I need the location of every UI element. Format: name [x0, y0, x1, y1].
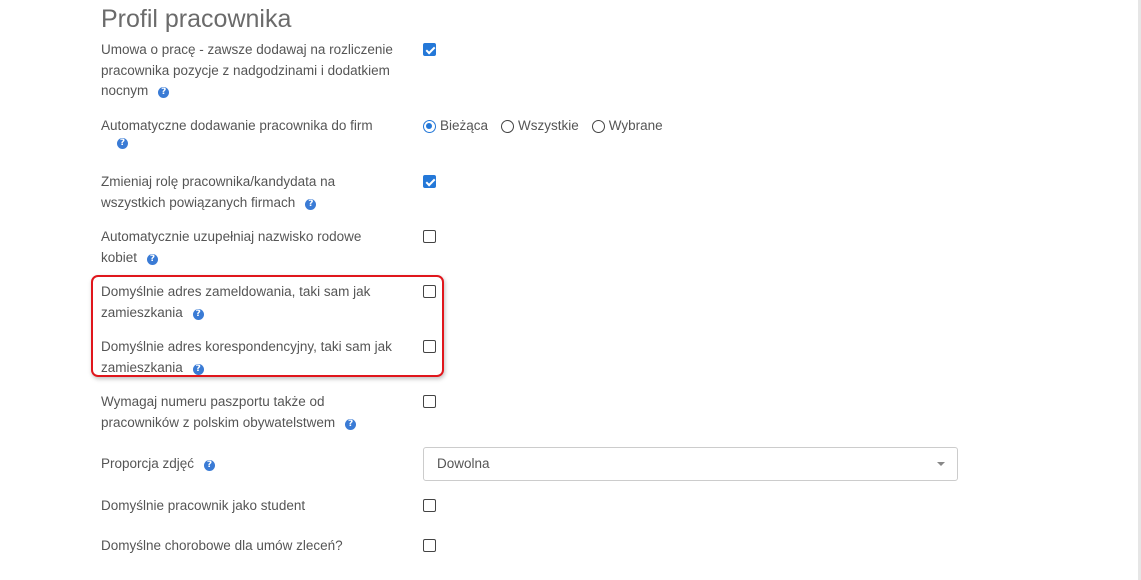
proporcja-select[interactable]: Dowolna [423, 447, 958, 481]
page-title: Profil pracownika [101, 5, 292, 33]
setting-label: Domyślnie adres korespondencyjny, taki s… [101, 339, 392, 375]
zmieniaj-role-checkbox[interactable] [423, 175, 436, 188]
nazwisko-rodowe-checkbox[interactable] [423, 230, 436, 243]
setting-label: Automatyczne dodawanie pracownika do fir… [101, 118, 373, 149]
adres-zameldowania-checkbox[interactable] [423, 285, 436, 298]
radio-option-wszystkie[interactable]: Wszystkie [501, 116, 579, 136]
setting-label: Wymagaj numeru paszportu także od pracow… [101, 392, 396, 433]
auto-dodawanie-radio-group: Bieżąca Wszystkie Wybrane [423, 116, 676, 136]
setting-label: Domyślnie adres zameldowania, taki sam j… [101, 284, 371, 320]
chorobowe-checkbox[interactable] [423, 539, 436, 552]
setting-label: Proporcja zdjęć? [101, 454, 396, 475]
radio-biezaca[interactable] [423, 119, 436, 133]
setting-label: Domyślne chorobowe dla umów zleceń? [101, 538, 343, 553]
umowa-checkbox[interactable] [423, 43, 436, 56]
setting-label: Zmieniaj rolę pracownika/kandydata na ws… [101, 174, 336, 210]
adres-korespondencyjny-checkbox[interactable] [423, 340, 436, 353]
help-icon[interactable]: ? [305, 198, 317, 210]
radio-wszystkie[interactable] [501, 119, 515, 133]
chevron-down-icon [937, 462, 945, 466]
student-checkbox[interactable] [423, 499, 436, 512]
help-icon[interactable]: ? [192, 363, 204, 375]
settings-page: Profil pracownika Umowa o pracę - zawsze… [0, 0, 1141, 580]
help-icon[interactable]: ? [117, 137, 128, 149]
help-icon[interactable]: ? [158, 87, 170, 98]
radio-option-biezaca[interactable]: Bieżąca [423, 116, 488, 136]
help-icon[interactable]: ? [204, 460, 216, 471]
setting-label: Automatycznie uzupełniaj nazwisko rodowe… [101, 229, 362, 265]
help-icon[interactable]: ? [147, 253, 159, 265]
help-icon[interactable]: ? [345, 418, 357, 430]
paszport-checkbox[interactable] [423, 395, 436, 408]
radio-option-wybrane[interactable]: Wybrane [591, 116, 663, 136]
setting-label: Domyślnie pracownik jako student [101, 498, 306, 513]
setting-label: Umowa o pracę - zawsze dodawaj na rozlic… [101, 42, 393, 98]
help-icon[interactable]: ? [192, 308, 204, 320]
radio-wybrane[interactable] [591, 119, 605, 133]
